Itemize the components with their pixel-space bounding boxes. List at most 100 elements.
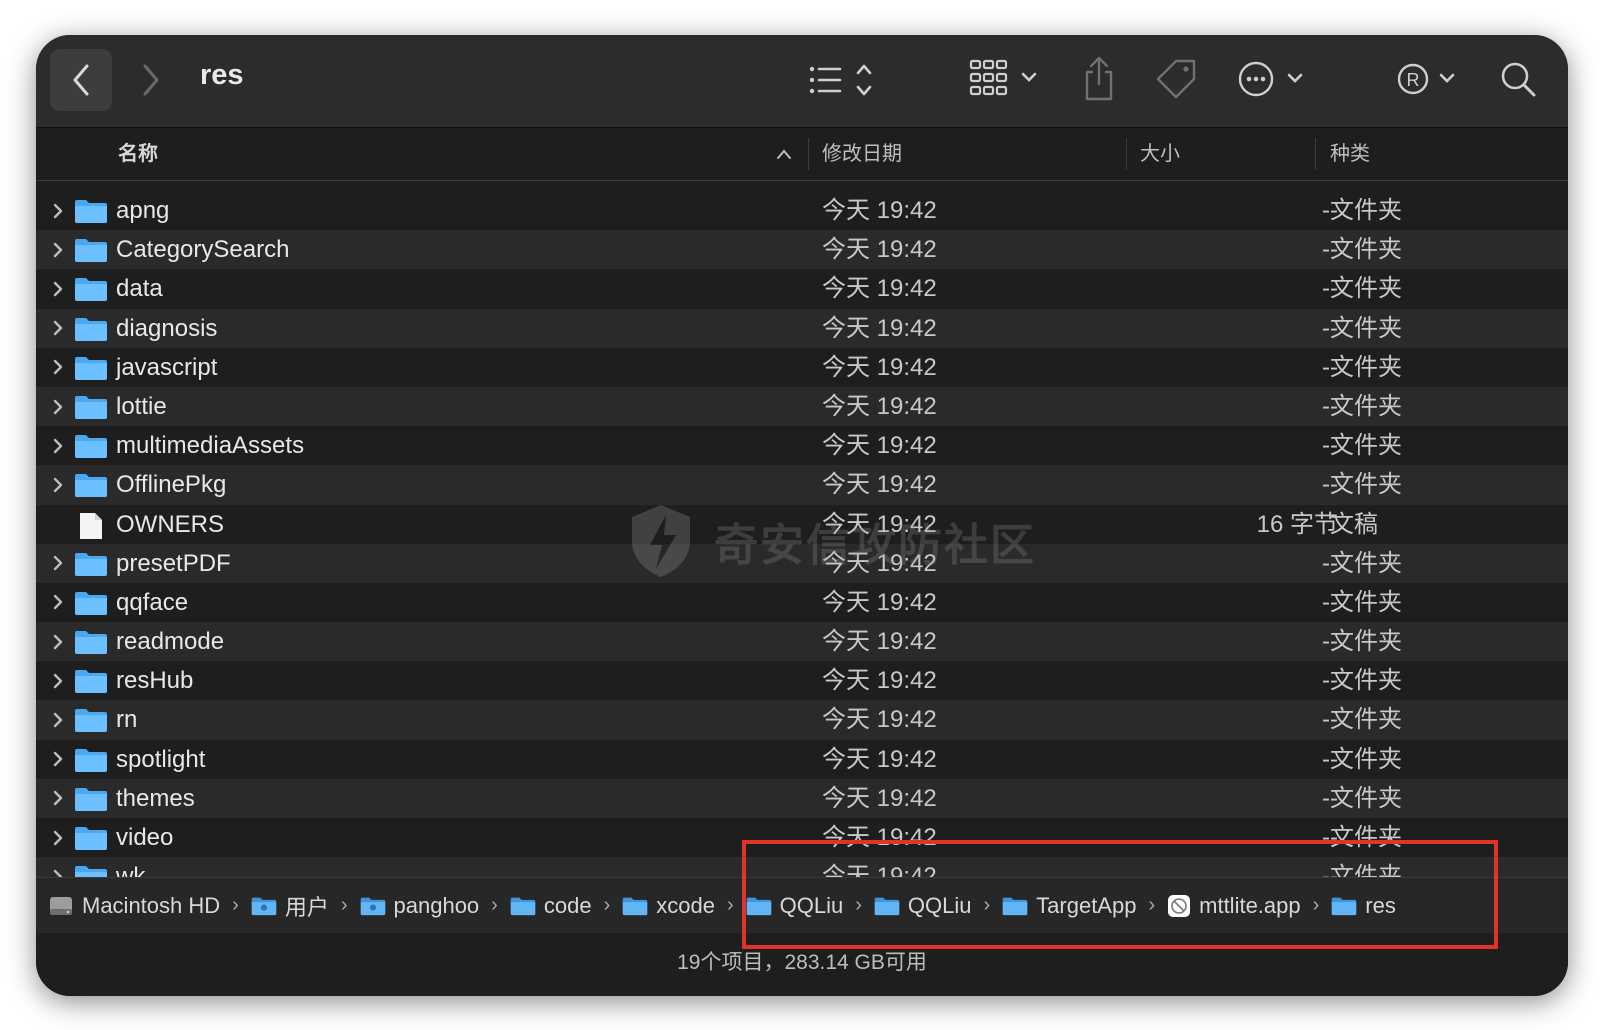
forward-button[interactable] <box>126 49 176 111</box>
grid-group-icon <box>969 59 1037 96</box>
folder-icon <box>874 895 900 917</box>
document-icon <box>74 512 108 539</box>
path-crumb[interactable]: TargetApp <box>1002 893 1136 919</box>
file-row[interactable]: diagnosis 今天 19:42 -- 文件夹 <box>36 308 1568 348</box>
file-date: 今天 19:42 <box>822 824 937 851</box>
column-divider[interactable] <box>808 138 809 170</box>
disclosure-chevron-icon[interactable] <box>52 465 68 504</box>
file-row[interactable]: javascript 今天 19:42 -- 文件夹 <box>36 348 1568 387</box>
group-button[interactable] <box>968 55 1044 103</box>
path-crumb[interactable]: code <box>510 893 592 919</box>
file-kind: 文件夹 <box>1330 471 1402 499</box>
back-button[interactable] <box>50 49 112 111</box>
path-crumb-label: QQLiu <box>907 892 972 918</box>
folder-icon <box>622 895 648 917</box>
disclosure-chevron-icon[interactable] <box>52 740 68 779</box>
file-row[interactable]: qqface 今天 19:42 -- 文件夹 <box>36 583 1568 622</box>
file-name: apng <box>116 197 170 224</box>
disclosure-chevron-icon[interactable] <box>52 544 68 583</box>
disclosure-chevron-icon[interactable] <box>52 779 68 818</box>
path-separator-icon: › <box>983 894 991 916</box>
registered-circle-icon: R <box>1397 63 1455 95</box>
folder-icon <box>510 895 536 917</box>
path-crumb-label: panghoo <box>393 892 480 918</box>
file-row[interactable]: rn 今天 19:42 -- 文件夹 <box>36 700 1568 740</box>
folder-icon <box>74 551 108 577</box>
file-kind: 文件夹 <box>1330 353 1402 381</box>
search-button[interactable] <box>1498 55 1538 103</box>
window-title: res <box>200 59 244 91</box>
file-date: 今天 19:42 <box>822 706 937 734</box>
path-crumb[interactable]: QQLiu <box>874 892 972 919</box>
file-row[interactable]: resHub 今天 19:42 -- 文件夹 <box>36 661 1568 700</box>
disclosure-chevron-icon[interactable] <box>52 230 68 269</box>
disclosure-chevron-icon[interactable] <box>52 583 68 622</box>
extension-button[interactable]: R <box>1394 55 1464 103</box>
file-row[interactable]: OWNERS 今天 19:42 16 字节 文稿 <box>36 505 1568 544</box>
folder-icon <box>1331 895 1357 917</box>
disclosure-chevron-icon[interactable] <box>52 191 68 230</box>
file-row[interactable]: presetPDF 今天 19:42 -- 文件夹 <box>36 543 1568 583</box>
file-name: lottie <box>116 392 167 420</box>
file-row[interactable]: OfflinePkg 今天 19:42 -- 文件夹 <box>36 465 1568 505</box>
disclosure-chevron-icon[interactable] <box>52 661 68 700</box>
file-row[interactable]: spotlight 今天 19:42 -- 文件夹 <box>36 740 1568 779</box>
disclosure-chevron-icon[interactable] <box>52 426 68 465</box>
column-divider[interactable] <box>1315 138 1316 170</box>
action-menu-button[interactable] <box>1236 55 1312 103</box>
home-folder-icon <box>360 895 386 917</box>
column-kind[interactable]: 种类 <box>1330 128 1370 180</box>
column-divider[interactable] <box>1126 138 1127 170</box>
file-row[interactable]: themes 今天 19:42 -- 文件夹 <box>36 778 1568 818</box>
column-date[interactable]: 修改日期 <box>822 128 902 180</box>
path-crumb[interactable]: panghoo <box>360 892 480 919</box>
file-kind: 文件夹 <box>1330 706 1402 734</box>
folder-icon <box>74 629 108 655</box>
disclosure-chevron-icon[interactable] <box>52 622 68 661</box>
file-date: 今天 19:42 <box>822 392 937 420</box>
file-kind: 文件夹 <box>1330 275 1402 303</box>
status-bar: 19个项目，283.14 GB可用 <box>36 934 1568 996</box>
path-crumb-label: xcode <box>656 892 715 918</box>
file-row[interactable]: lottie 今天 19:42 -- 文件夹 <box>36 386 1568 427</box>
path-crumb[interactable]: res <box>1331 893 1396 919</box>
file-kind: 文件夹 <box>1330 236 1402 264</box>
disclosure-chevron-icon[interactable] <box>52 348 68 387</box>
file-date: 今天 19:42 <box>822 353 937 381</box>
disclosure-chevron-icon[interactable] <box>52 700 68 739</box>
path-crumb-label: res <box>1365 892 1396 918</box>
path-crumb[interactable]: QQLiu <box>746 893 843 919</box>
file-row[interactable]: CategorySearch 今天 19:42 -- 文件夹 <box>36 230 1568 270</box>
sort-ascending-icon[interactable] <box>776 148 792 160</box>
file-row[interactable]: apng 今天 19:42 -- 文件夹 <box>36 191 1568 230</box>
disclosure-chevron-icon[interactable] <box>52 269 68 308</box>
column-size[interactable]: 大小 <box>1140 128 1180 180</box>
path-crumb-label: code <box>543 892 592 918</box>
column-name[interactable]: 名称 <box>118 128 158 180</box>
share-icon <box>1085 56 1113 101</box>
folder-icon <box>74 668 108 694</box>
tag-button[interactable] <box>1152 53 1200 105</box>
file-row[interactable]: readmode 今天 19:42 -- 文件夹 <box>36 622 1568 662</box>
file-kind: 文件夹 <box>1330 588 1402 616</box>
path-crumb[interactable]: Macintosh HD <box>48 893 220 919</box>
folder-icon <box>74 316 108 342</box>
share-button[interactable] <box>1080 53 1118 105</box>
path-separator-icon: › <box>603 894 611 916</box>
file-name: javascript <box>116 353 218 381</box>
path-crumb[interactable]: 用户 <box>251 890 329 922</box>
view-options-button[interactable] <box>806 57 876 103</box>
file-row[interactable]: data 今天 19:42 -- 文件夹 <box>36 269 1568 308</box>
file-row[interactable]: video 今天 19:42 -- 文件夹 <box>36 818 1568 857</box>
file-row[interactable]: multimediaAssets 今天 19:42 -- 文件夹 <box>36 426 1568 465</box>
column-header: 名称 修改日期 大小 种类 <box>36 128 1568 181</box>
path-crumb[interactable]: xcode <box>622 893 715 919</box>
path-crumb-label: 用户 <box>284 894 329 920</box>
folder-icon <box>74 707 108 733</box>
path-crumb[interactable]: mttlite.app <box>1167 893 1301 919</box>
folder-icon <box>74 825 108 851</box>
disclosure-chevron-icon[interactable] <box>52 309 68 348</box>
list-view-icon <box>809 64 872 96</box>
disclosure-chevron-icon[interactable] <box>52 387 68 426</box>
disclosure-chevron-icon[interactable] <box>52 818 68 857</box>
